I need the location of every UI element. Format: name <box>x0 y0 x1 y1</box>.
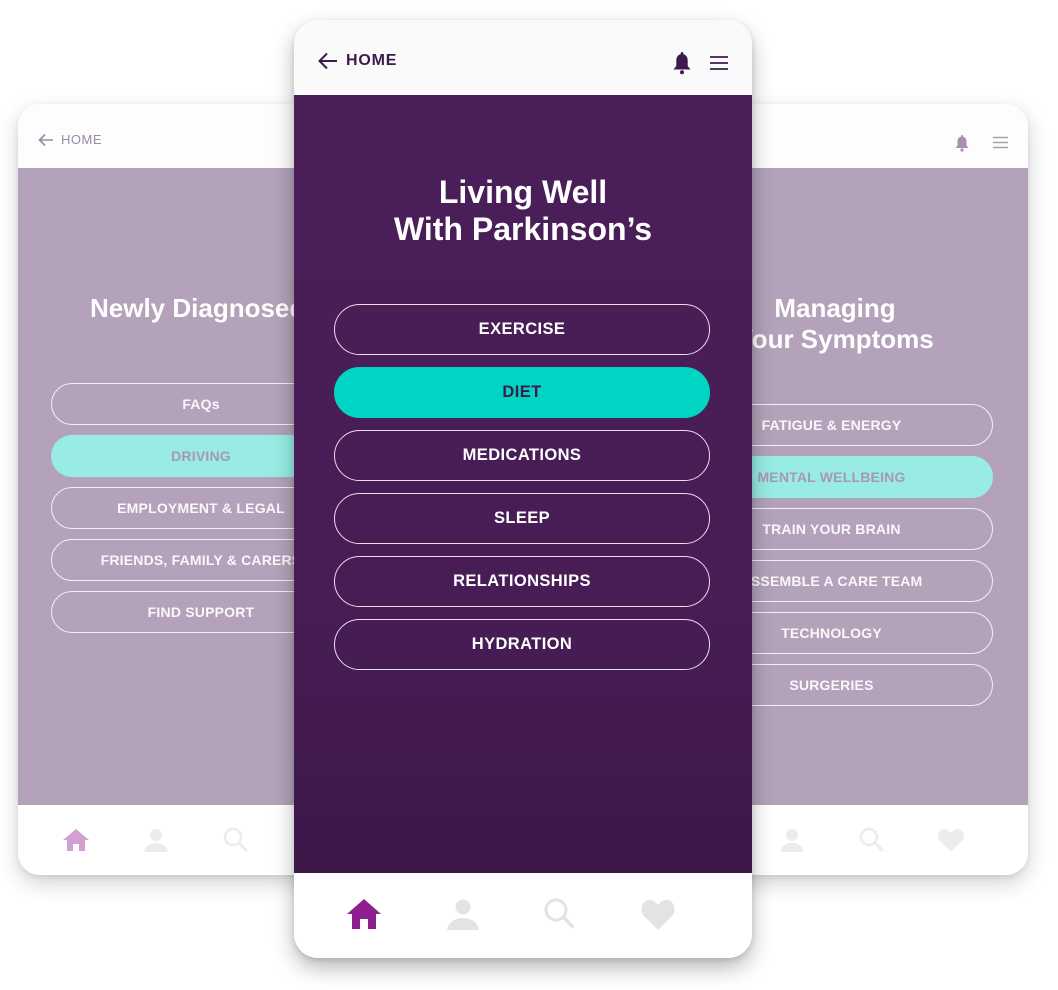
nav-profile[interactable] <box>141 825 171 855</box>
topic-button-friends-family-carers[interactable]: FRIENDS, FAMILY & CARERS <box>51 539 318 581</box>
nav-favorites[interactable] <box>639 895 677 933</box>
back-label: HOME <box>346 52 398 69</box>
title-line-1: Living Well <box>438 174 608 210</box>
topic-label: TRAIN YOUR BRAIN <box>762 521 901 537</box>
title-line-2: With Parkinson’s <box>393 211 653 247</box>
header: HOME <box>18 104 318 168</box>
topic-button-find-support[interactable]: FIND SUPPORT <box>51 591 318 633</box>
home-icon <box>347 899 381 929</box>
screen-newly-diagnosed: HOME Newly Diagnosed FAQs DRIVING EMPLOY… <box>18 104 318 875</box>
topic-button-sleep[interactable]: SLEEP <box>334 493 710 544</box>
topic-button-diet[interactable]: DIET <box>334 367 710 418</box>
hamburger-menu-icon[interactable] <box>710 55 728 71</box>
nav-profile[interactable] <box>444 895 482 933</box>
page-title: Managing Your Symptoms <box>730 293 940 355</box>
bottom-nav <box>730 805 1028 875</box>
topic-label: FAQs <box>182 396 220 412</box>
topic-label: SLEEP <box>493 509 551 527</box>
back-label: HOME <box>61 132 102 147</box>
page-title: Living Well With Parkinson’s <box>294 174 752 248</box>
heart-icon <box>937 829 965 852</box>
arrow-left-icon <box>38 133 53 146</box>
topic-button-relationships[interactable]: RELATIONSHIPS <box>334 556 710 607</box>
topic-button-driving[interactable]: DRIVING <box>51 435 318 477</box>
topic-label: SURGERIES <box>789 677 874 693</box>
topic-button-hydration[interactable]: HYDRATION <box>334 619 710 670</box>
search-icon <box>544 898 575 929</box>
topic-label: EXERCISE <box>478 320 566 338</box>
content: Managing Your Symptoms FATIGUE & ENERGY … <box>730 168 1028 805</box>
user-icon <box>447 899 479 930</box>
topic-button-faqs[interactable]: FAQs <box>51 383 318 425</box>
nav-search[interactable] <box>221 825 251 855</box>
nav-search[interactable] <box>857 825 887 855</box>
topic-label: ASSEMBLE A CARE TEAM <box>740 573 923 589</box>
topic-list: FATIGUE & ENERGY MENTAL WELLBEING TRAIN … <box>730 404 993 706</box>
nav-search[interactable] <box>541 895 579 933</box>
screen-managing-symptoms: Managing Your Symptoms FATIGUE & ENERGY … <box>730 104 1028 875</box>
topic-button-medications[interactable]: MEDICATIONS <box>334 430 710 481</box>
topic-label: FATIGUE & ENERGY <box>761 417 902 433</box>
topic-label: MENTAL WELLBEING <box>757 469 906 485</box>
bell-icon[interactable] <box>672 51 692 75</box>
topic-label: DIET <box>502 383 542 401</box>
user-icon <box>780 829 804 852</box>
topic-label: HYDRATION <box>471 635 573 653</box>
topic-label: RELATIONSHIPS <box>453 572 591 590</box>
screen-living-well: HOME Living Well With Parkinson’s EXERCI… <box>294 20 752 958</box>
title-line-1: Managing <box>774 293 896 323</box>
search-icon <box>859 827 885 853</box>
bottom-nav <box>18 805 318 875</box>
topic-button-fatigue-energy[interactable]: FATIGUE & ENERGY <box>730 404 993 446</box>
topic-list: FAQs DRIVING EMPLOYMENT & LEGAL FRIENDS,… <box>51 383 318 633</box>
topic-label: DRIVING <box>171 448 231 464</box>
topic-label: EMPLOYMENT & LEGAL <box>117 500 285 516</box>
bottom-nav <box>294 873 752 958</box>
header <box>730 104 1028 168</box>
header: HOME <box>294 20 752 95</box>
topic-button-assemble-care-team[interactable]: ASSEMBLE A CARE TEAM <box>730 560 993 602</box>
bell-icon[interactable] <box>954 134 970 152</box>
back-home-button[interactable]: HOME <box>38 132 102 147</box>
search-icon <box>223 827 249 853</box>
topic-list: EXERCISE DIET MEDICATIONS SLEEP RELATION… <box>334 304 710 670</box>
heart-icon <box>641 900 675 930</box>
topic-button-employment-legal[interactable]: EMPLOYMENT & LEGAL <box>51 487 318 529</box>
topic-button-exercise[interactable]: EXERCISE <box>334 304 710 355</box>
home-icon <box>63 829 89 851</box>
topic-label: MEDICATIONS <box>462 446 582 464</box>
page-title: Newly Diagnosed <box>90 293 306 323</box>
nav-home[interactable] <box>61 825 91 855</box>
topic-label: FRIENDS, FAMILY & CARERS <box>100 552 302 568</box>
user-icon <box>144 829 168 852</box>
topic-button-mental-wellbeing[interactable]: MENTAL WELLBEING <box>730 456 993 498</box>
title-line-2: Your Symptoms <box>736 324 934 354</box>
nav-favorites[interactable] <box>936 825 966 855</box>
hamburger-menu-icon[interactable] <box>993 136 1008 149</box>
content: Newly Diagnosed FAQs DRIVING EMPLOYMENT … <box>18 168 318 805</box>
arrow-left-icon <box>318 52 337 70</box>
topic-button-train-your-brain[interactable]: TRAIN YOUR BRAIN <box>730 508 993 550</box>
back-home-button[interactable]: HOME <box>318 52 397 70</box>
topic-button-technology[interactable]: TECHNOLOGY <box>730 612 993 654</box>
content: Living Well With Parkinson’s EXERCISE DI… <box>294 95 752 873</box>
topic-button-surgeries[interactable]: SURGERIES <box>730 664 993 706</box>
nav-profile[interactable] <box>777 825 807 855</box>
topic-label: FIND SUPPORT <box>147 604 255 620</box>
topic-label: TECHNOLOGY <box>781 625 882 641</box>
nav-home[interactable] <box>345 895 383 933</box>
